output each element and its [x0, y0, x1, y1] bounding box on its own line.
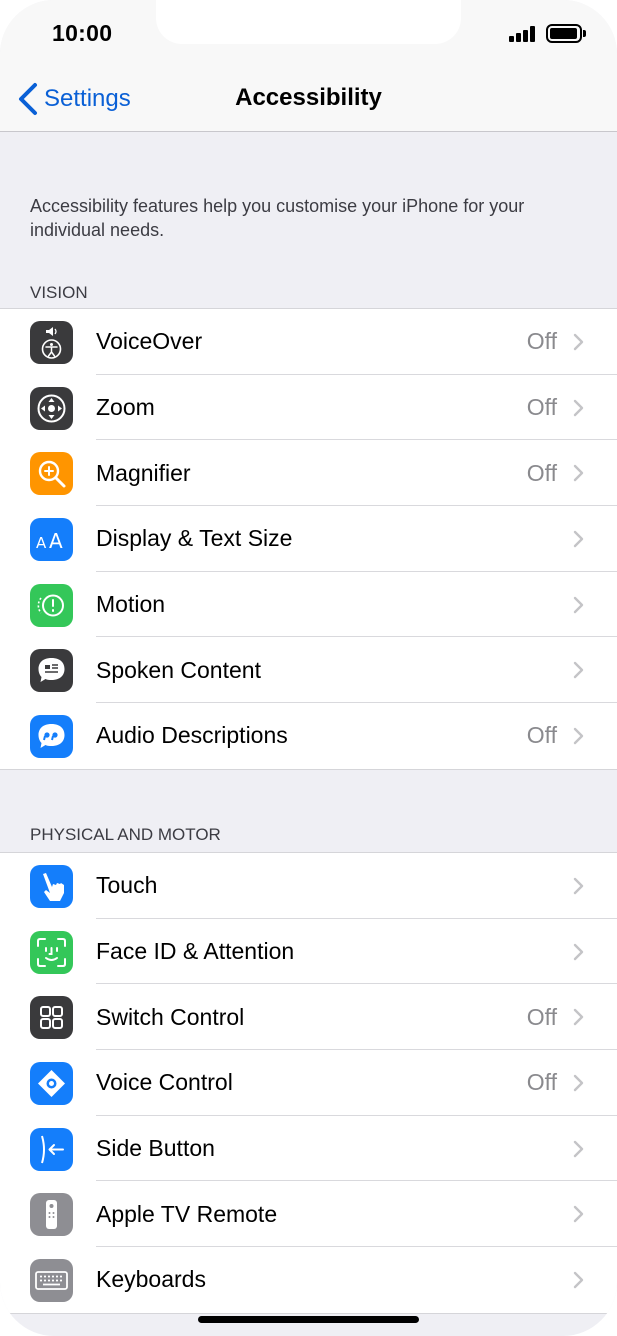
home-indicator[interactable]	[198, 1316, 419, 1323]
chevron-right-icon	[573, 877, 584, 895]
chevron-right-icon	[573, 530, 584, 548]
row-audio-descriptions[interactable]: Audio Descriptions Off	[0, 703, 617, 769]
chevron-right-icon	[573, 943, 584, 960]
motion-icon	[30, 583, 73, 627]
chevron-right-icon	[573, 596, 584, 613]
row-display-and-text-size[interactable]: A A Display & Text Size	[0, 506, 617, 572]
display-text-size-icon: AA	[30, 518, 73, 562]
row-label: Magnifier	[96, 459, 191, 486]
row-touch[interactable]: Touch	[0, 853, 617, 919]
chevron-right-icon	[573, 465, 584, 482]
spoken-content-icon	[30, 649, 73, 693]
status-bar: 10:00	[0, 0, 617, 66]
section-header-physical-motor: PHYSICAL AND MOTOR	[30, 824, 221, 844]
row-voice-control[interactable]: Voice Control Off	[0, 1050, 617, 1116]
row-label: Display & Text Size	[96, 525, 293, 552]
touch-icon	[30, 864, 73, 908]
keyboards-icon	[30, 1258, 73, 1302]
switch-control-icon	[30, 996, 73, 1040]
page-title: Accessibility	[235, 84, 382, 111]
chevron-right-icon	[573, 1140, 584, 1157]
phone-screen: 10:00 Settings Accessibility Accessibili…	[0, 0, 617, 1336]
battery-tip	[583, 30, 586, 37]
row-switch-control[interactable]: Switch Control Off	[0, 984, 617, 1050]
chevron-right-icon	[573, 333, 584, 351]
row-label: Keyboards	[96, 1266, 206, 1293]
row-value: Off	[526, 394, 557, 421]
chevron-right-icon	[573, 662, 584, 679]
row-voiceover[interactable]: VoiceOver Off	[0, 309, 617, 375]
row-side-button[interactable]: Side Button	[0, 1116, 617, 1182]
row-spoken-content[interactable]: Spoken Content	[0, 637, 617, 704]
row-zoom[interactable]: Zoom Off	[0, 375, 617, 441]
section-header-vision: VISION	[30, 283, 88, 302]
row-label: Touch	[96, 872, 158, 899]
row-label: Audio Descriptions	[96, 722, 288, 749]
row-value: Off	[526, 1069, 557, 1096]
row-value: Off	[526, 722, 557, 749]
intro-text: Accessibility features help you customis…	[30, 196, 525, 240]
group-vision: VoiceOver Off Zoom Off Magnifier Off A A Display…	[0, 308, 617, 770]
cellular-signal-icon	[509, 26, 537, 42]
row-motion[interactable]: Motion	[0, 572, 617, 638]
status-time: 10:00	[52, 20, 113, 46]
row-label: Face ID & Attention	[96, 937, 295, 964]
row-label: VoiceOver	[96, 328, 203, 355]
navigation-bar: Settings Accessibility	[0, 66, 617, 132]
zoom-icon	[30, 386, 73, 430]
row-value: Off	[526, 459, 557, 486]
row-label: Voice Control	[96, 1069, 233, 1096]
row-label: Side Button	[96, 1134, 215, 1161]
row-label: Switch Control	[96, 1003, 245, 1030]
side-button-icon	[30, 1127, 73, 1171]
chevron-right-icon	[573, 727, 584, 745]
voice-control-icon	[30, 1061, 73, 1105]
chevron-right-icon	[573, 1206, 584, 1223]
chevron-right-icon	[573, 1074, 584, 1092]
chevron-right-icon	[573, 1008, 584, 1026]
row-face-id-and-attention[interactable]: Face ID & Attention	[0, 919, 617, 985]
magnifier-icon	[30, 452, 73, 496]
row-label: Apple TV Remote	[96, 1200, 278, 1227]
svg-text:A: A	[36, 534, 47, 552]
audio-descriptions-icon	[30, 715, 73, 759]
group-physical-motor: Touch Face ID & Attention Switch Control Of…	[0, 851, 617, 1314]
row-keyboards[interactable]: Keyboards	[0, 1247, 617, 1313]
voiceover-icon	[30, 321, 73, 364]
battery-icon	[546, 24, 582, 43]
row-label: Motion	[96, 591, 166, 618]
row-value: Off	[526, 328, 557, 355]
svg-text:A: A	[49, 529, 63, 553]
row-value: Off	[526, 1003, 557, 1030]
face-id-icon	[30, 930, 73, 974]
row-label: Zoom	[96, 394, 155, 421]
notch	[156, 0, 461, 44]
row-apple-tv-remote[interactable]: Apple TV Remote	[0, 1181, 617, 1247]
settings-list: Accessibility features help you customis…	[0, 132, 617, 1314]
apple-tv-remote-icon	[30, 1193, 73, 1237]
chevron-right-icon	[573, 1271, 584, 1289]
row-label: Spoken Content	[96, 656, 261, 683]
row-magnifier[interactable]: Magnifier Off	[0, 440, 617, 507]
chevron-right-icon	[573, 399, 584, 416]
